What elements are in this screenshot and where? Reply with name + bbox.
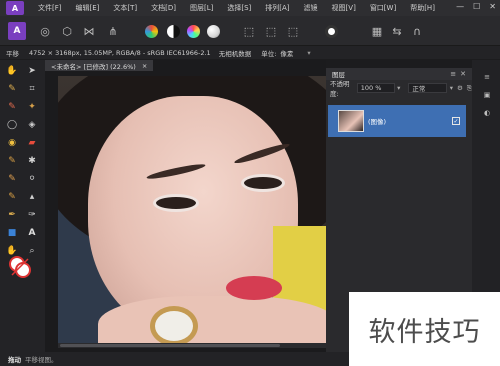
unit-select[interactable]: 像素 (280, 48, 293, 58)
lasso-tool-icon[interactable]: ◯ (5, 118, 19, 132)
close-icon[interactable]: ✕ (489, 2, 496, 11)
text-tool-icon[interactable]: A (25, 226, 39, 240)
tools-panel: ✋ ➤ ✎ ⌗ ✎ ✦ ◯ ◈ ◉ ▰ ✎ ✱ ✎ ⚪ ✎ ▴ ✒ ✑ ■ A … (0, 60, 45, 352)
move-tool-icon[interactable]: ➤ (25, 64, 39, 78)
menu-file[interactable]: 文件[F] (38, 3, 62, 13)
dodge-tool-icon[interactable]: ✎ (5, 154, 19, 168)
photo-arm (98, 296, 326, 344)
snapping-grid-icon[interactable]: ▦ (368, 22, 386, 40)
watermark: 软件技巧 (349, 292, 500, 366)
layer-thumbnail (338, 110, 364, 132)
status-mode: 拖动 (8, 356, 21, 364)
quick-mask-icon[interactable] (322, 22, 340, 40)
photo-persona-icon[interactable]: A (8, 22, 26, 40)
minimize-icon[interactable]: — (456, 2, 464, 11)
liquify-persona-icon[interactable]: ◎ (36, 22, 54, 40)
context-toolbar: 平移 4752 × 3168px, 15.05MP, RGBA/8 - sRGB… (0, 46, 500, 59)
panel-menu-icon[interactable]: ≡ (450, 70, 456, 78)
maximize-icon[interactable]: ☐ (473, 2, 480, 11)
eraser-tool-icon[interactable]: ▰ (25, 136, 39, 150)
camera-data: 无相机数据 (218, 49, 252, 58)
opacity-label: 不透明度: (330, 80, 350, 98)
layers-tab-icon[interactable]: ▣ (482, 90, 492, 100)
scrollbar-thumb[interactable] (60, 344, 280, 347)
menu-edit[interactable]: 编辑[E] (76, 3, 100, 13)
gear-icon[interactable]: ⚙ (457, 84, 463, 92)
photo-left-eye (153, 194, 199, 212)
window-controls: — ☐ ✕ (456, 2, 496, 11)
chevron-down-icon[interactable]: ▾ (450, 84, 453, 92)
status-description: 平移视图。 (25, 356, 58, 364)
menu-view[interactable]: 视图[V] (332, 3, 356, 13)
menu-help[interactable]: 帮助[H] (410, 3, 435, 13)
photo-canvas[interactable] (58, 76, 326, 344)
tool-name: 平移 (6, 49, 19, 58)
patch-tool-icon[interactable]: ✎ (5, 190, 19, 204)
tone-mapping-persona-icon[interactable]: ⋈ (80, 22, 98, 40)
recolor-icon[interactable] (204, 22, 222, 40)
menu-window[interactable]: 窗口[W] (370, 3, 396, 13)
unit-label: 单位: (261, 49, 277, 58)
hsl-icon[interactable] (184, 22, 202, 40)
chevron-down-icon[interactable]: ▾ (307, 49, 310, 57)
share-icon[interactable]: ⋔ (104, 22, 122, 40)
document-title: <未命名> [已修改] (22.6%) (51, 62, 136, 71)
selection-brush-icon[interactable]: ⬚ (262, 22, 280, 40)
clone-tool-icon[interactable]: ✎ (5, 172, 19, 186)
color-picker-icon[interactable]: ◉ (5, 136, 19, 150)
magnet-icon[interactable]: ∩ (408, 22, 426, 40)
close-tab-icon[interactable]: × (142, 62, 147, 70)
marquee-select-icon[interactable]: ⬚ (240, 22, 258, 40)
photo-lips (226, 276, 282, 300)
document-tab[interactable]: <未命名> [已修改] (22.6%) × (45, 60, 154, 71)
paint-brush-icon[interactable]: ✎ (5, 100, 19, 114)
crop-tool-icon[interactable]: ⌗ (25, 82, 39, 96)
layers-options: 不透明度: 100 % ▾ 正常 ▾ ⚙ ⎘ (326, 80, 472, 98)
blur-tool-icon[interactable]: ⚪ (25, 172, 39, 186)
rectangle-tool-icon[interactable]: ■ (5, 226, 19, 240)
develop-persona-icon[interactable]: ⬡ (58, 22, 76, 40)
color-swatch-icon[interactable] (9, 256, 31, 278)
watermark-text: 软件技巧 (368, 316, 481, 348)
image-info: 4752 × 3168px, 15.05MP, RGBA/8 - sRGB IE… (29, 48, 211, 57)
levels-icon[interactable] (142, 22, 160, 40)
photo-right-eye (241, 174, 285, 192)
menu-document[interactable]: 文档[D] (151, 3, 176, 13)
opacity-value: 100 % (360, 84, 382, 92)
menu-select[interactable]: 选择[S] (227, 3, 251, 13)
layer-row[interactable]: (图像) ✓ (328, 105, 466, 137)
sharpen-tool-icon[interactable]: ▴ (25, 190, 39, 204)
app-logo: A (6, 1, 24, 15)
menu-layer[interactable]: 图层[L] (190, 3, 213, 13)
layer-visibility-checkbox[interactable]: ✓ (452, 117, 460, 125)
main-toolbar: A ◎ ⬡ ⋈ ⋔ ⬚ ⬚ ⬚ ▦ ⇆ ∩ (0, 16, 500, 46)
panel-menu-icon[interactable]: ≡ (482, 72, 492, 82)
flood-fill-icon[interactable]: ◈ (25, 118, 39, 132)
menu-bar: A 文件[F] 编辑[E] 文本[T] 文档[D] 图层[L] 选择[S] 排列… (0, 0, 500, 16)
white-balance-icon[interactable] (164, 22, 182, 40)
blend-mode-select[interactable]: 正常 (408, 83, 447, 93)
menu-arrange[interactable]: 排列[A] (265, 3, 289, 13)
pen-tool-icon[interactable]: ✒ (5, 208, 19, 222)
smudge-tool-icon[interactable]: ✦ (25, 100, 39, 114)
hand-tool-icon[interactable]: ✋ (5, 64, 19, 78)
menu-filters[interactable]: 滤镜 (304, 3, 318, 13)
burn-tool-icon[interactable]: ✱ (25, 154, 39, 168)
blend-mode-value: 正常 (412, 85, 426, 93)
menu-text[interactable]: 文本[T] (113, 3, 137, 13)
align-icon[interactable]: ⇆ (388, 22, 406, 40)
opacity-select[interactable]: 100 % (356, 83, 396, 93)
layer-name: (图像) (368, 118, 387, 126)
close-panel-icon[interactable]: ✕ (460, 70, 466, 78)
adjustments-tab-icon[interactable]: ◐ (482, 108, 492, 118)
chevron-down-icon[interactable]: ▾ (397, 84, 400, 92)
brush-tool-icon[interactable]: ✎ (5, 82, 19, 96)
node-tool-icon[interactable]: ✑ (25, 208, 39, 222)
deselect-icon[interactable]: ⬚ (284, 22, 302, 40)
photo-watch (150, 306, 198, 344)
